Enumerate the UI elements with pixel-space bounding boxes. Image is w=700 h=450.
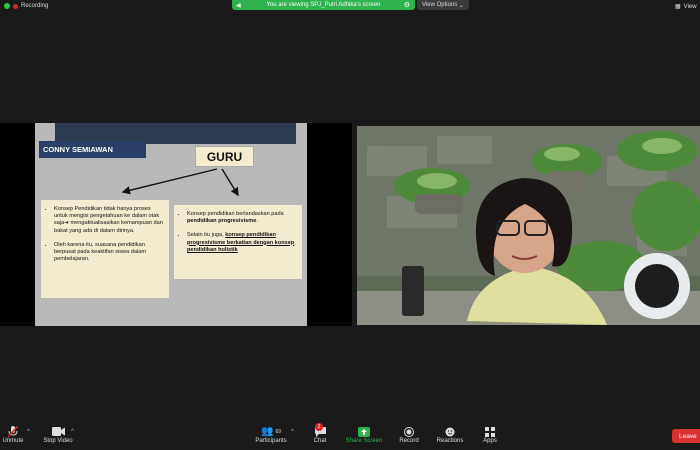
participants-icon: 👥 69 xyxy=(260,426,281,437)
right-b2-prefix: Selain itu juga, xyxy=(187,232,226,239)
slide-right-bullet-1: Konsep pendidikan berlandaskan pada pend… xyxy=(187,211,297,225)
arrow-right xyxy=(221,168,239,197)
viewing-text: You are viewing SPJ_Putri Adhika's scree… xyxy=(266,2,381,8)
right-b1-bold: pendidikan progresivisme xyxy=(187,218,257,225)
security-shield-icon[interactable] xyxy=(4,3,10,9)
record-icon xyxy=(397,425,421,438)
right-b1-suffix: . xyxy=(256,218,258,225)
apps-label: Apps xyxy=(483,438,497,444)
smiley-icon xyxy=(434,425,466,438)
view-options-button[interactable]: View Options ⌄ xyxy=(417,0,469,10)
view-button[interactable]: ▦ View xyxy=(675,3,697,11)
slide-left-bullet-2: Oleh karena itu, suasana pendidikan berp… xyxy=(54,242,164,264)
view-options-label: View Options xyxy=(422,2,458,8)
reactions-label: Reactions xyxy=(436,438,464,444)
slide-left-bullet-1: Konsep Pendidikan tidak hanya proses unt… xyxy=(54,206,164,235)
chat-icon: 2 xyxy=(310,423,330,438)
unmute-label: Unmute xyxy=(2,438,24,444)
chevron-down-icon: ⌄ xyxy=(457,2,464,9)
recording-dot-icon xyxy=(13,3,18,9)
view-label: View xyxy=(683,3,697,10)
shared-slide: CONNY SEMIAWAN GURU Konsep Pendidikan ti… xyxy=(35,123,307,326)
record-label: Record xyxy=(399,438,419,444)
arrow-left xyxy=(121,168,218,195)
chat-badge: 2 xyxy=(315,423,323,431)
recording-indicator[interactable]: Recording xyxy=(4,3,48,9)
reactions-button[interactable]: Reactions xyxy=(434,425,466,444)
apps-button[interactable]: Apps xyxy=(480,425,500,444)
participants-options-chevron-icon[interactable]: ^ xyxy=(291,429,294,435)
share-letterbox-left xyxy=(0,123,35,326)
participants-label: Participants xyxy=(255,438,287,444)
leave-button[interactable]: Leave xyxy=(672,429,700,443)
share-letterbox-right xyxy=(307,123,352,326)
record-button[interactable]: Record xyxy=(397,425,421,444)
chat-label: Chat xyxy=(313,438,327,444)
settings-icon[interactable]: ⚙ xyxy=(404,1,410,9)
microphone-muted-icon xyxy=(0,425,26,438)
slide-left-box: Konsep Pendidikan tidak hanya proses unt… xyxy=(41,200,169,298)
slide-right-box: Konsep pendidikan berlandaskan pada pend… xyxy=(174,205,302,279)
chat-button[interactable]: 2 Chat xyxy=(310,423,330,444)
apps-icon xyxy=(480,425,500,438)
share-screen-label: Share Screen xyxy=(345,438,383,444)
participants-count: 69 xyxy=(275,428,281,435)
meeting-toolbar: Unmute ^ Stop Video ^ 👥 69 Participants ^… xyxy=(0,423,700,450)
audio-options-chevron-icon[interactable]: ^ xyxy=(27,429,30,435)
unmute-button[interactable]: Unmute xyxy=(0,425,26,444)
slide-right-bullet-2: Selain itu juga, konsep pendidikan progr… xyxy=(187,232,297,254)
participant-video[interactable] xyxy=(357,126,700,325)
speaker-icon: ◀ xyxy=(236,3,241,9)
stop-video-label: Stop Video xyxy=(43,438,73,444)
recording-label: Recording xyxy=(21,3,49,9)
grid-view-icon: ▦ xyxy=(675,4,681,10)
share-screen-button[interactable]: Share Screen xyxy=(343,425,385,444)
webcam-image xyxy=(357,126,700,325)
viewing-screen-banner: ◀ You are viewing SPJ_Putri Adhika's scr… xyxy=(232,0,415,10)
right-b1-prefix: Konsep pendidikan berlandaskan pada xyxy=(187,211,284,217)
video-options-chevron-icon[interactable]: ^ xyxy=(71,429,74,435)
share-screen-icon xyxy=(343,425,385,438)
leave-label: Leave xyxy=(679,432,697,440)
participants-button[interactable]: 👥 69 Participants xyxy=(252,425,290,444)
